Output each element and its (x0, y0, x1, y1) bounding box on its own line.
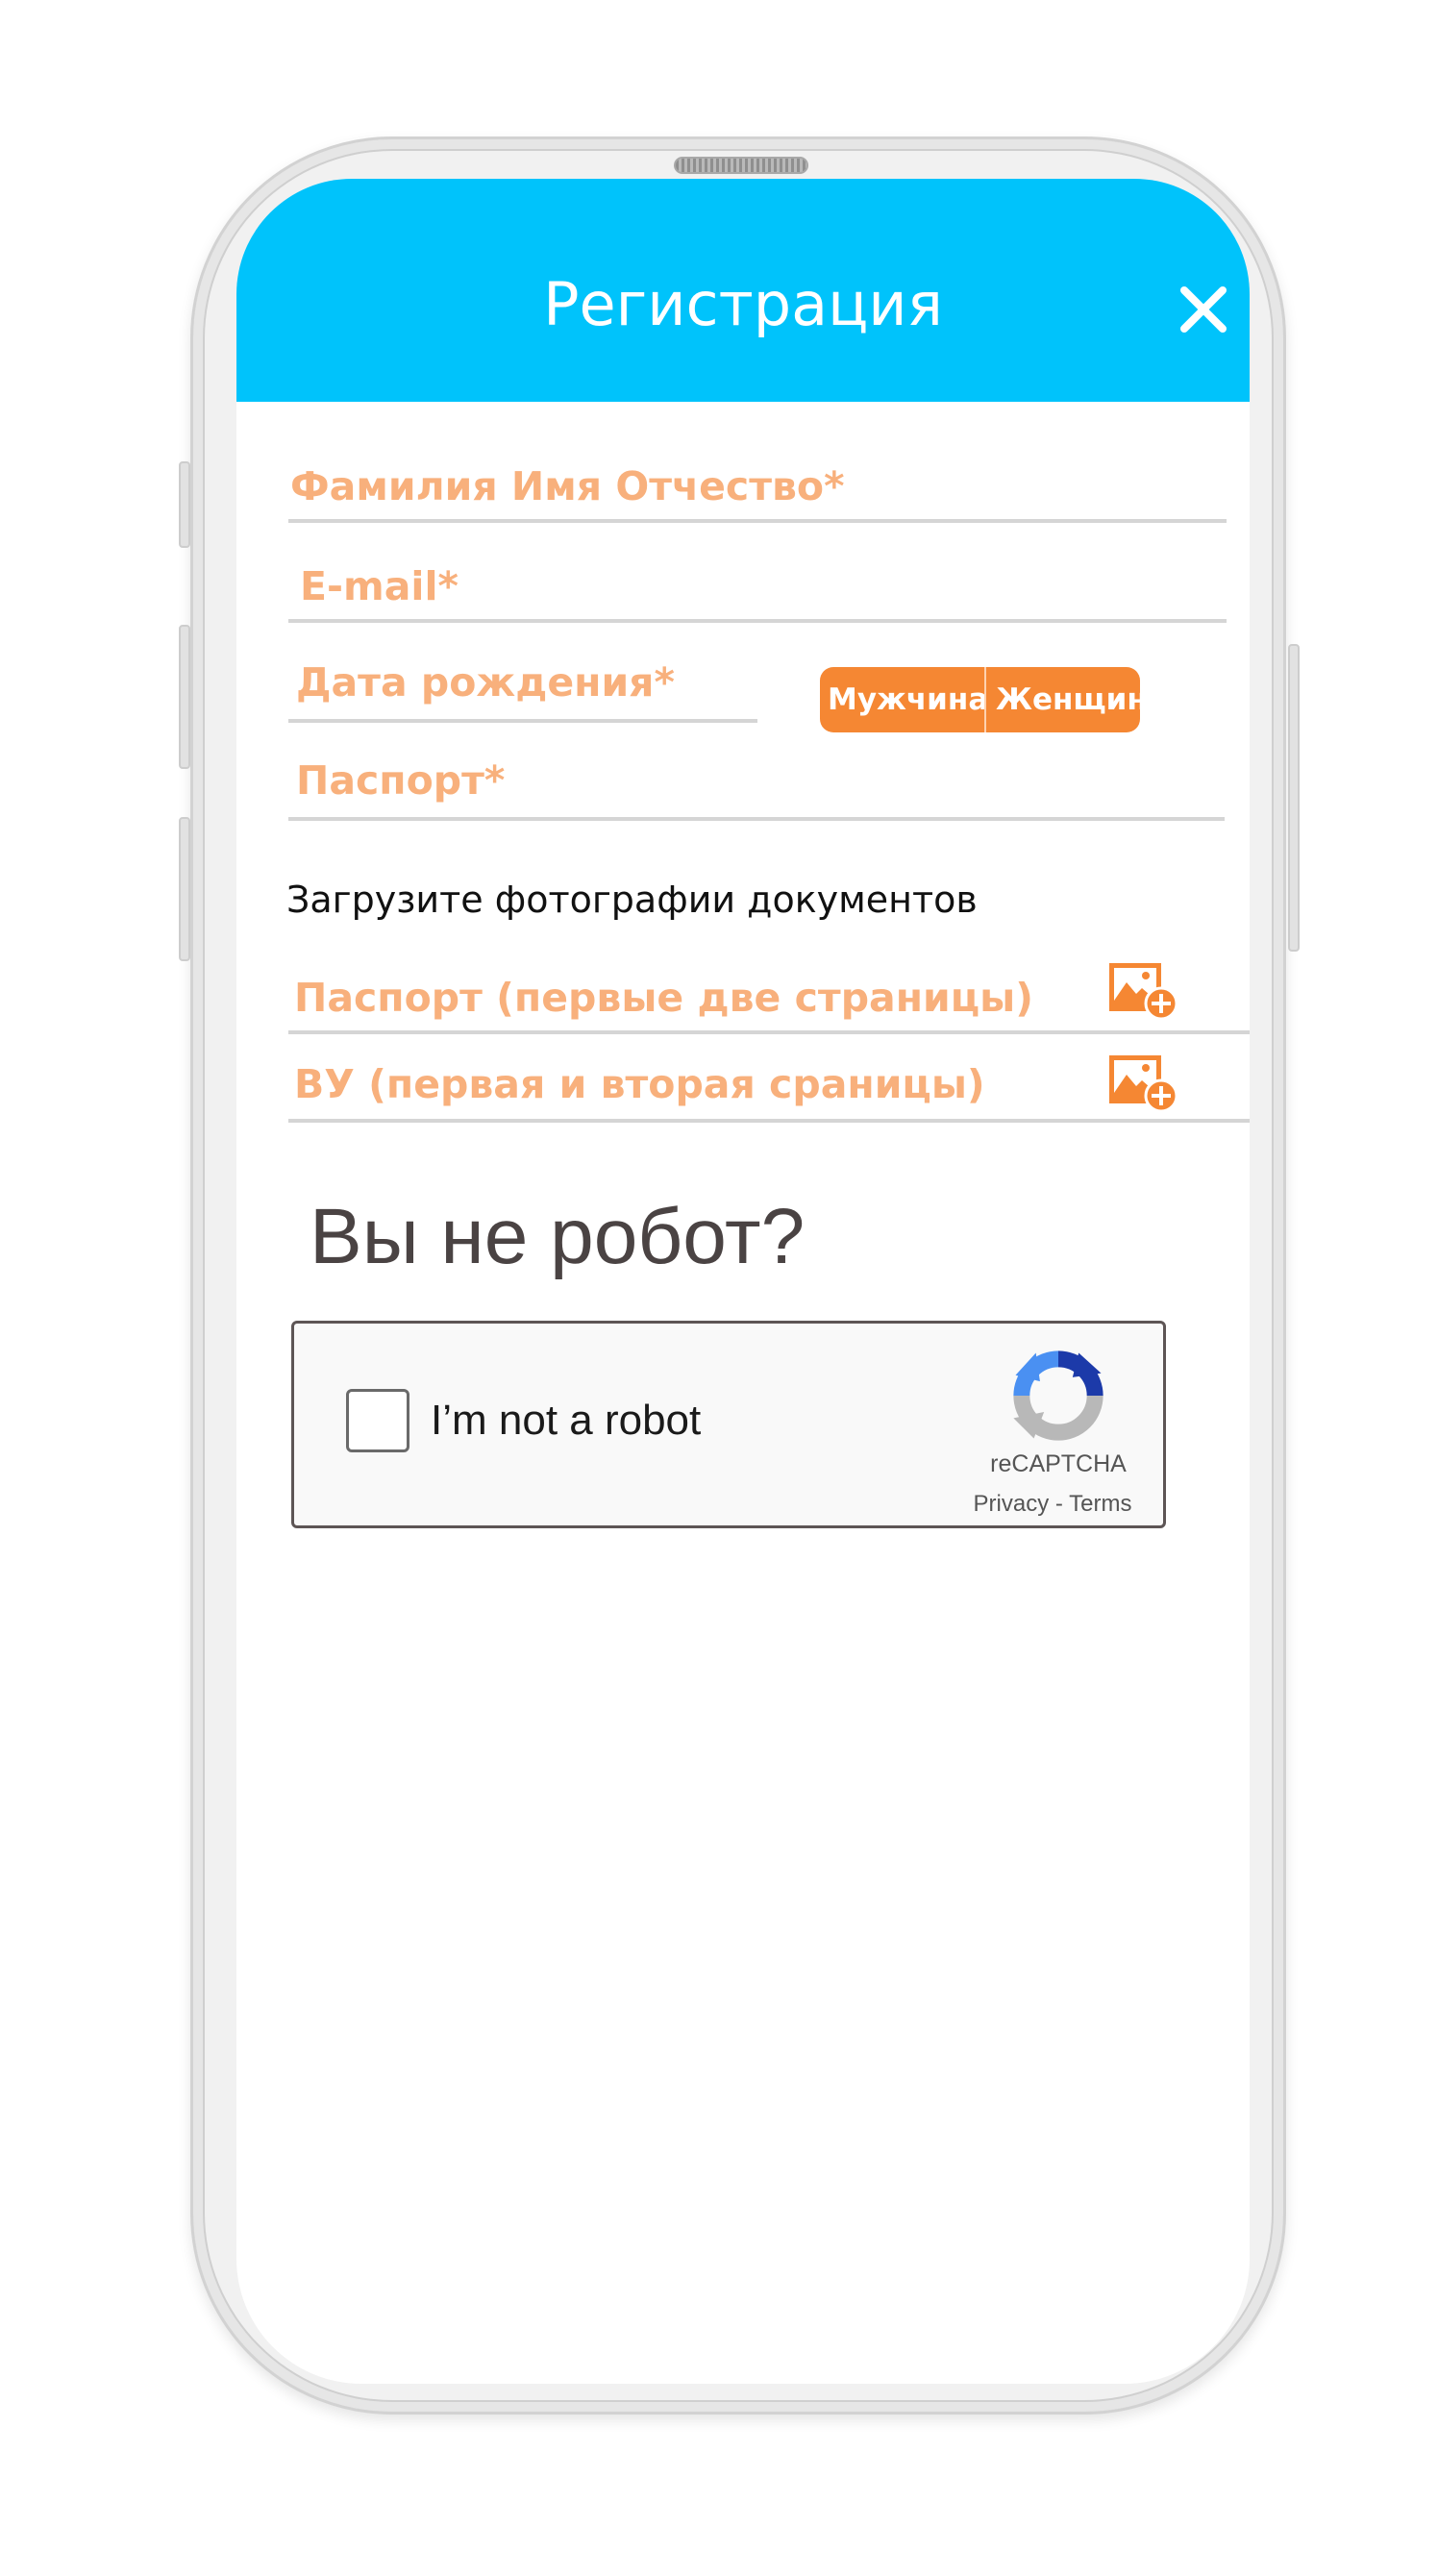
add-image-icon[interactable] (1107, 1053, 1180, 1113)
passport-field[interactable]: Паспорт* (288, 755, 1225, 821)
passport-label: Паспорт* (296, 757, 506, 804)
phone-volume-down-button (179, 817, 190, 961)
phone-speaker (674, 157, 808, 174)
upload-row-passport[interactable]: Паспорт (первые две страницы) (288, 963, 1250, 1034)
phone-side-button (179, 461, 190, 548)
phone-power-button (1288, 644, 1300, 952)
recaptcha-logo-icon (1013, 1350, 1103, 1441)
recaptcha-brand: reCAPTCHA (990, 1450, 1127, 1477)
close-icon[interactable] (1177, 283, 1230, 336)
email-field[interactable]: E-mail* (288, 557, 1227, 623)
upload-passport-label: Паспорт (первые две страницы) (294, 975, 1033, 1021)
upload-license-label: ВУ (первая и вторая сраницы) (294, 1061, 985, 1107)
gender-toggle: Мужчина Женщина (820, 667, 1140, 732)
app-screen: Регистрация Фамилия Имя Отчество* E-mail… (236, 179, 1250, 2384)
gender-male-button[interactable]: Мужчина (820, 667, 986, 732)
recaptcha-privacy-link[interactable]: Privacy (974, 1491, 1050, 1517)
upload-heading: Загрузите фотографии документов (286, 879, 978, 921)
email-label: E-mail* (300, 563, 459, 609)
recaptcha-widget: I’m not a robot reCAPTCHA Privacy - Term… (291, 1321, 1166, 1528)
phone-volume-up-button (179, 625, 190, 769)
recaptcha-link-separator: - (1049, 1491, 1070, 1517)
gender-female-button[interactable]: Женщина (986, 667, 1140, 732)
birth-date-field[interactable]: Дата рождения* (288, 659, 757, 723)
recaptcha-label: I’m not a robot (431, 1397, 702, 1444)
birth-date-label: Дата рождения* (296, 659, 675, 706)
recaptcha-links: Privacy - Terms (963, 1491, 1142, 1518)
full-name-label: Фамилия Имя Отчество* (290, 463, 845, 509)
robot-check-heading: Вы не робот? (310, 1193, 806, 1280)
full-name-field[interactable]: Фамилия Имя Отчество* (288, 458, 1227, 523)
page-title: Регистрация (543, 269, 943, 339)
recaptcha-terms-link[interactable]: Terms (1069, 1491, 1131, 1517)
upload-row-license[interactable]: ВУ (первая и вторая сраницы) (288, 1050, 1250, 1123)
app-header: Регистрация (236, 179, 1250, 402)
add-image-icon[interactable] (1107, 961, 1180, 1021)
recaptcha-checkbox[interactable] (346, 1389, 409, 1452)
